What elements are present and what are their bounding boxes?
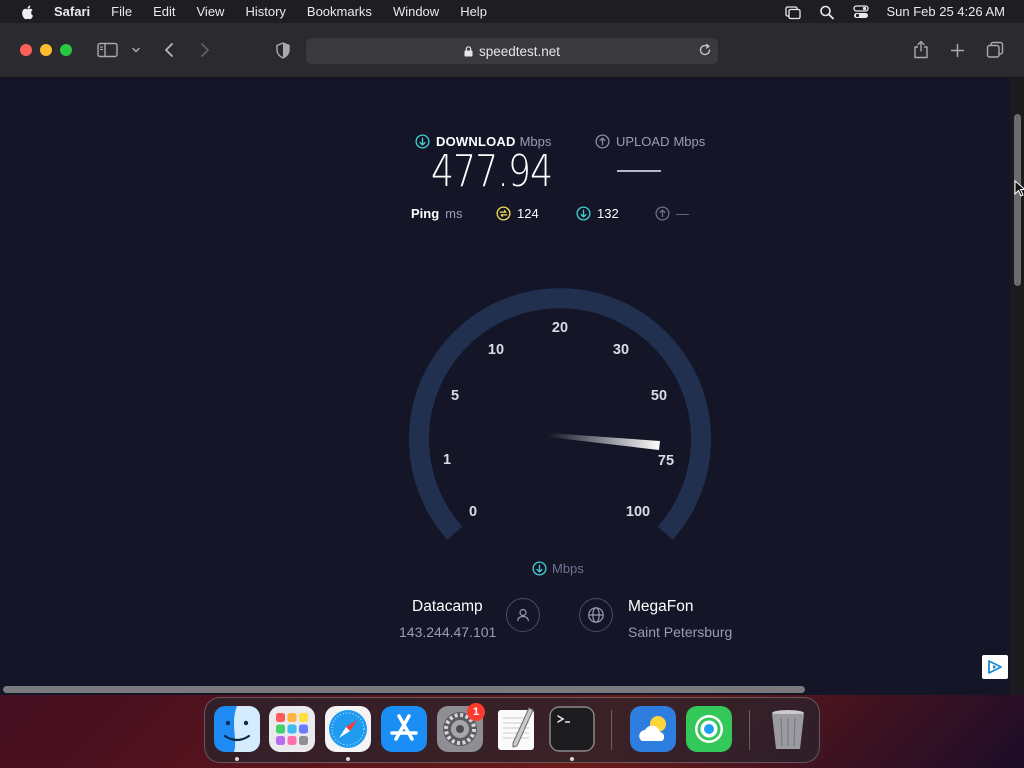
user-icon[interactable]	[506, 598, 540, 632]
chevron-down-icon[interactable]	[130, 43, 142, 57]
host-ip: 143.244.47.101	[399, 624, 497, 640]
dock-terminal-icon[interactable]	[549, 706, 595, 752]
server-location[interactable]: Saint Petersburg	[628, 624, 732, 640]
menu-bookmarks[interactable]: Bookmarks	[307, 4, 372, 19]
download-speed-value: 477.94	[430, 146, 553, 197]
dock-finder-icon[interactable]	[214, 706, 260, 752]
settings-notification-badge: 1	[467, 703, 485, 721]
menu-edit[interactable]: Edit	[153, 4, 175, 19]
ping-upload: —	[655, 206, 689, 221]
apple-logo-icon[interactable]	[20, 4, 36, 20]
dock	[204, 697, 820, 763]
upload-header: UPLOAD Mbps	[595, 134, 705, 149]
ping-idle-icon	[496, 206, 511, 221]
gauge-tick-50: 50	[651, 388, 667, 404]
dock-separator	[611, 710, 612, 750]
menu-history[interactable]: History	[245, 4, 285, 19]
download-arrow-icon	[415, 134, 430, 149]
menu-view[interactable]: View	[197, 4, 225, 19]
menu-window[interactable]: Window	[393, 4, 439, 19]
back-icon[interactable]	[160, 41, 178, 59]
dock-find-my-icon[interactable]	[686, 706, 732, 752]
gauge-tick-100: 100	[626, 504, 650, 520]
ping-download-value: 132	[597, 206, 619, 221]
spotlight-search-icon[interactable]	[818, 4, 836, 20]
new-tab-icon[interactable]	[948, 41, 966, 59]
gauge-unit-label: Mbps	[532, 561, 584, 576]
menu-bar: Safari File Edit View History Bookmarks …	[0, 0, 1024, 23]
menubar-clock[interactable]: Sun Feb 25 4:26 AM	[886, 4, 1005, 19]
gauge-tick-20: 20	[552, 320, 568, 336]
dock-safari-icon[interactable]	[325, 706, 371, 752]
dock-trash-icon[interactable]	[765, 706, 811, 752]
safari-running-indicator	[346, 757, 350, 761]
forward-icon[interactable]	[196, 41, 214, 59]
dock-launchpad-icon[interactable]	[269, 706, 315, 752]
ping-upload-value: —	[676, 206, 689, 221]
gauge-tick-10: 10	[488, 342, 504, 358]
dock-weather-icon[interactable]	[630, 706, 676, 752]
gauge-needle-body	[548, 433, 660, 450]
reload-icon[interactable]	[698, 43, 712, 57]
browser-toolbar: speedtest.net	[0, 23, 1024, 78]
share-icon[interactable]	[911, 39, 931, 59]
vertical-scrollbar[interactable]	[1010, 78, 1024, 695]
isp-name[interactable]: MegaFon	[628, 598, 693, 616]
speed-gauge: 0 1 5 10 20 30 50 75 100	[409, 288, 711, 540]
control-center-icon[interactable]	[852, 4, 870, 20]
sidebar-toggle-icon[interactable]	[96, 41, 118, 59]
gauge-tick-75: 75	[658, 453, 674, 469]
terminal-running-indicator	[570, 757, 574, 761]
host-name[interactable]: Datacamp	[412, 598, 483, 616]
horizontal-scrollbar[interactable]	[0, 683, 1010, 695]
gauge-tick-5: 5	[451, 388, 459, 404]
mouse-cursor-icon	[1014, 180, 1024, 197]
globe-icon[interactable]	[579, 598, 613, 632]
ad-choices-icon[interactable]	[982, 655, 1008, 679]
upload-arrow-icon	[595, 134, 610, 149]
horizontal-scroll-thumb[interactable]	[3, 686, 805, 693]
zoom-window-button[interactable]	[60, 44, 72, 56]
menu-file[interactable]: File	[111, 4, 132, 19]
gauge-unit-text: Mbps	[552, 561, 584, 576]
tab-overview-icon[interactable]	[985, 40, 1005, 60]
speedtest-page: DOWNLOAD Mbps 477.94 UPLOAD Mbps Ping ms	[0, 78, 1010, 695]
ping-download-icon	[576, 206, 591, 221]
upload-value-placeholder	[617, 170, 661, 172]
gauge-tick-30: 30	[613, 342, 629, 358]
minimize-window-button[interactable]	[40, 44, 52, 56]
ping-idle: 124	[496, 206, 539, 221]
upload-label: UPLOAD	[616, 134, 670, 149]
upload-unit: Mbps	[673, 134, 706, 149]
address-bar[interactable]: speedtest.net	[306, 38, 718, 64]
screen-mirroring-icon[interactable]	[784, 4, 802, 20]
dock-app-store-icon[interactable]	[381, 706, 427, 752]
lock-icon	[464, 45, 473, 56]
ping-upload-icon	[655, 206, 670, 221]
ping-idle-value: 124	[517, 206, 539, 221]
ping-label: Ping	[411, 206, 440, 221]
address-bar-url: speedtest.net	[478, 43, 561, 59]
gauge-download-icon	[532, 561, 547, 576]
ping-unit: ms	[445, 206, 463, 221]
ping-download: 132	[576, 206, 619, 221]
privacy-shield-icon[interactable]	[274, 41, 292, 59]
finder-running-indicator	[235, 757, 239, 761]
vertical-scroll-thumb[interactable]	[1014, 114, 1021, 286]
close-window-button[interactable]	[20, 44, 32, 56]
gauge-tick-1: 1	[443, 452, 451, 468]
menu-help[interactable]: Help	[460, 4, 487, 19]
gauge-tick-0: 0	[469, 504, 477, 520]
dock-textedit-icon[interactable]	[493, 706, 539, 752]
ping-label-group: Ping ms	[411, 206, 463, 221]
menu-app-safari[interactable]: Safari	[54, 4, 90, 19]
safari-window: speedtest.net DOWNLOAD Mbps 477.94 UPLOA…	[0, 23, 1024, 695]
dock-separator	[749, 710, 750, 750]
